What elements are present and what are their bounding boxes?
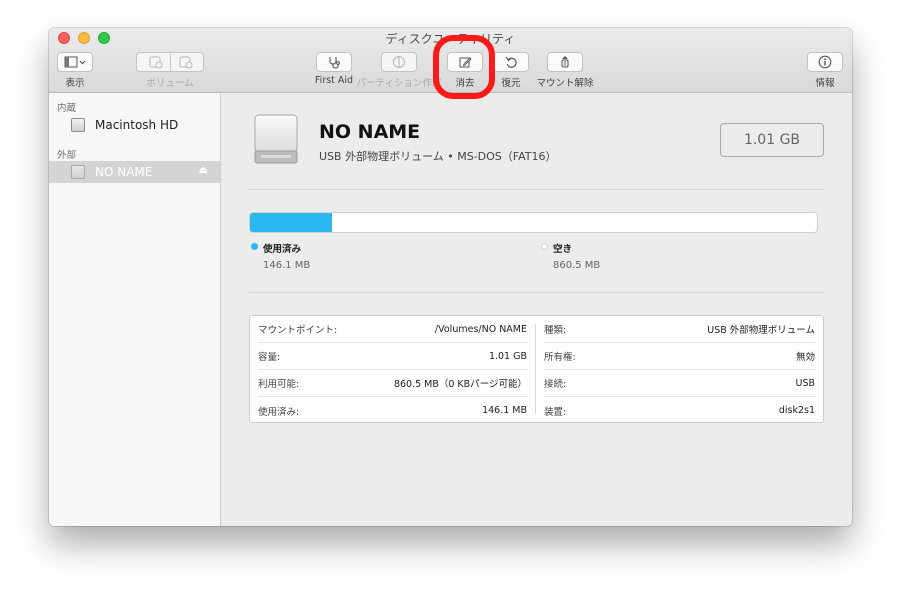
external-disk-icon (71, 165, 85, 179)
volume-label: ボリューム (146, 78, 194, 89)
sidebar-item-label: NO NAME (95, 165, 153, 179)
disk-utility-window: ディスクユーティリティ 表示 ボリューム First Aid パーティション作成… (49, 28, 852, 526)
info-column-right: 種類: USB 外部物理ボリューム 所有権: 無効 接続: USB 装置: di… (536, 316, 823, 422)
info-button[interactable] (807, 52, 843, 72)
partition-label: パーティション作成 (356, 78, 442, 89)
info-key: マウントポイント: (258, 325, 338, 336)
sidebar-toggle-icon (64, 56, 86, 68)
main-content: NO NAME USB 外部物理ボリューム • MS-DOS（FAT16） 1.… (221, 93, 852, 526)
info-row: 所有権: 無効 (544, 343, 815, 370)
view-label: 表示 (65, 78, 85, 89)
info-column-left: マウントポイント: /Volumes/NO NAME 容量: 1.01 GB 利… (250, 316, 535, 422)
restore-arrow-icon (505, 56, 517, 68)
info-row: 利用可能: 860.5 MB（0 KBパージ可能） (258, 370, 527, 397)
sidebar-header-external: 外部 (57, 150, 77, 161)
restore-label: 復元 (501, 78, 521, 89)
divider-bottom (249, 292, 824, 293)
info-row: 使用済み: 146.1 MB (258, 397, 527, 424)
info-row: 装置: disk2s1 (544, 397, 815, 424)
volume-capacity: 1.01 GB (720, 123, 824, 157)
used-legend-label: 使用済み (263, 244, 302, 255)
erase-highlight-ring (433, 35, 495, 99)
pie-partition-icon (392, 55, 406, 69)
volume-segmented-control[interactable] (136, 52, 204, 72)
info-key: 所有権: (544, 352, 576, 363)
partition-button[interactable] (381, 52, 417, 72)
usage-bar-used (250, 213, 333, 232)
info-table: マウントポイント: /Volumes/NO NAME 容量: 1.01 GB 利… (249, 315, 824, 423)
segment-divider (170, 53, 171, 71)
sidebar-item-no-name[interactable]: NO NAME ⏏ (49, 161, 220, 183)
free-legend-label: 空き (553, 244, 573, 255)
info-key: 接続: (544, 379, 567, 390)
info-value: USB 外部物理ボリューム (707, 325, 815, 336)
info-row: マウントポイント: /Volumes/NO NAME (258, 316, 527, 343)
first-aid-button[interactable] (316, 52, 352, 72)
info-key: 装置: (544, 406, 567, 418)
sidebar-item-label: Macintosh HD (95, 118, 179, 132)
sidebar-item-macintosh-hd[interactable]: Macintosh HD (49, 114, 220, 136)
info-value: 860.5 MB（0 KBパージ可能） (393, 379, 527, 390)
used-legend-swatch (251, 243, 258, 250)
usb-volume-icon (254, 114, 298, 164)
info-value: USB (795, 377, 815, 389)
restore-button[interactable] (493, 52, 529, 72)
info-value: 1.01 GB (488, 350, 527, 362)
info-key: 種類: (544, 325, 567, 336)
unmount-label: マウント解除 (536, 78, 594, 89)
volume-name: NO NAME (319, 121, 421, 143)
stethoscope-icon (329, 57, 340, 69)
free-legend-swatch (541, 243, 548, 250)
volume-subtitle: USB 外部物理ボリューム • MS-DOS（FAT16） (319, 150, 557, 163)
info-key: 使用済み: (258, 406, 300, 418)
info-icon (818, 55, 832, 69)
free-legend-value: 860.5 MB (553, 260, 601, 271)
sidebar-header-internal: 内蔵 (57, 103, 77, 114)
info-row: 種類: USB 外部物理ボリューム (544, 316, 815, 343)
usage-bar (249, 212, 818, 233)
info-key: 容量: (258, 352, 281, 363)
info-key: 利用可能: (258, 379, 300, 390)
internal-disk-icon (71, 118, 85, 132)
info-value: /Volumes/NO NAME (434, 323, 527, 335)
divider-top (249, 189, 824, 190)
info-label: 情報 (815, 78, 835, 89)
info-value: disk2s1 (778, 405, 815, 416)
info-value: 無効 (795, 352, 815, 363)
sidebar: 内蔵 Macintosh HD 外部 NO NAME ⏏ (49, 93, 221, 526)
unmount-button[interactable] (547, 52, 583, 72)
first-aid-label: First Aid (314, 75, 354, 86)
unmount-icon (561, 56, 569, 68)
info-row: 容量: 1.01 GB (258, 343, 527, 370)
info-row: 接続: USB (544, 370, 815, 397)
view-button[interactable] (57, 52, 93, 72)
used-legend-value: 146.1 MB (263, 260, 311, 271)
info-value: 146.1 MB (482, 405, 527, 416)
eject-icon[interactable]: ⏏ (199, 165, 208, 176)
